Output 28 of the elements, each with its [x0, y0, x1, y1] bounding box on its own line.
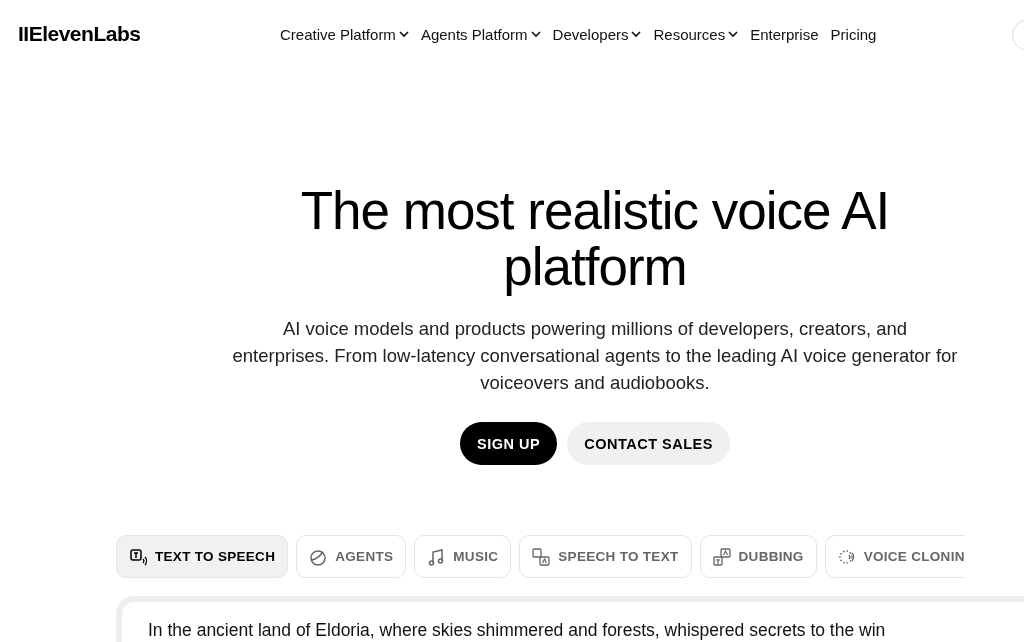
feature-tab[interactable]: AGENTS	[296, 535, 407, 578]
translate-icon	[712, 547, 731, 566]
nav-link[interactable]: Creative Platform	[280, 25, 409, 43]
dotted-circle-sound-icon	[837, 547, 856, 566]
chevron-down-icon	[728, 30, 739, 38]
music-note-icon	[427, 547, 446, 566]
nav-link[interactable]: Enterprise	[750, 25, 819, 43]
text-speech-icon	[129, 547, 147, 566]
chevron-down-icon	[398, 30, 409, 38]
nav-link[interactable]: Developers	[552, 25, 642, 43]
circle-icon	[309, 547, 328, 566]
translate-icon	[532, 547, 551, 566]
nav-link[interactable]: Agents Platform	[420, 25, 541, 43]
feature-tab[interactable]: TEXT TO SPEECH	[116, 535, 289, 578]
logo[interactable]: IIElevenLabs	[18, 22, 280, 46]
hero-subtitle: AI voice models and products powering millions of developers, creators, and enterprises. From low-latency conversational agents to the leading AI voice generator for voiceovers and audiobooks.	[232, 317, 958, 395]
editor-text[interactable]: In the ancient land of Eldoria, where skies shimmered and forests, whispered secrets to the win	[148, 620, 1024, 641]
hero-title: The most realistic voice AI platform	[299, 183, 891, 295]
sign-up-button[interactable]: SIGN UP	[460, 422, 558, 465]
chevron-down-icon	[530, 30, 541, 38]
nav-link[interactable]: Pricing	[830, 25, 877, 43]
contact-sales-button[interactable]: CONTACT SALES	[567, 422, 730, 465]
chevron-down-icon	[631, 30, 642, 38]
nav-link[interactable]: Resources	[653, 25, 739, 43]
feature-tab[interactable]: SPEECH TO TEXT	[519, 535, 692, 578]
feature-tab[interactable]: MUSIC	[414, 535, 512, 578]
feature-tab[interactable]: DUBBING	[699, 535, 817, 578]
feature-tab[interactable]: VOICE CLONIN	[824, 535, 965, 578]
